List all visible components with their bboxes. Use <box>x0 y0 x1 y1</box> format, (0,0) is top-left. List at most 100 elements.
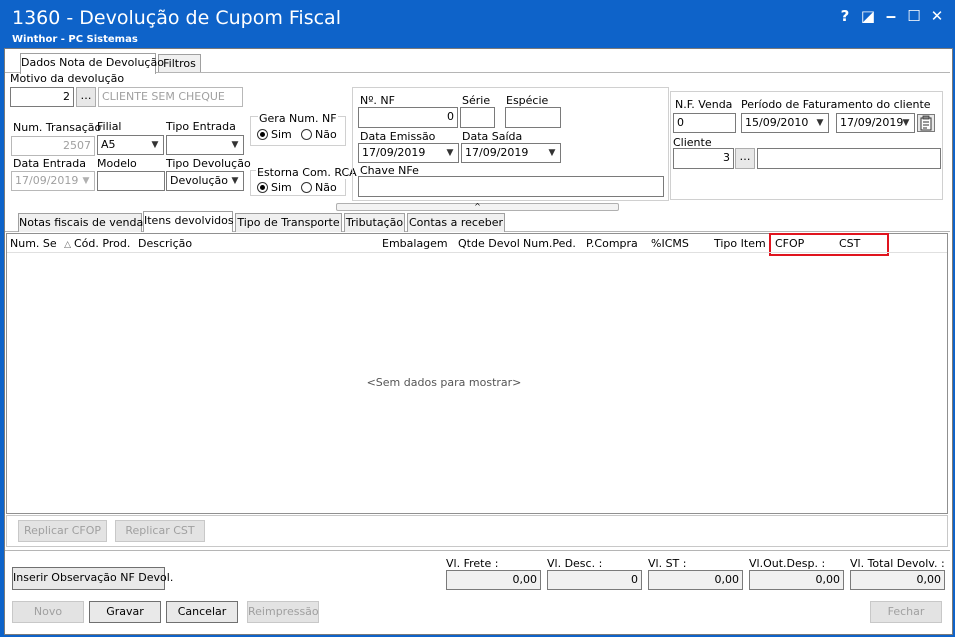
data-emissao-value: 17/09/2019 <box>362 146 426 159</box>
tab-itens-devolvidos[interactable]: Itens devolvidos <box>143 211 234 232</box>
tab-dados-nota-devolucao[interactable]: Dados Nota de Devolução <box>20 53 164 74</box>
gravar-button[interactable]: Gravar <box>89 601 161 623</box>
especie-input[interactable] <box>505 107 561 128</box>
filial-value: A5 <box>101 138 116 151</box>
window-title: 1360 - Devolução de Cupom Fiscal <box>12 7 341 29</box>
vl-st-label: Vl. ST : <box>648 557 687 570</box>
data-emissao-label: Data Emissão <box>360 130 436 143</box>
radio-unselected-icon <box>301 182 312 193</box>
column-cod-prod[interactable]: Cód. Prod. <box>74 237 130 250</box>
cancelar-button[interactable]: Cancelar <box>166 601 238 623</box>
serie-label: Série <box>462 94 491 107</box>
cliente-search-button[interactable]: … <box>735 148 755 169</box>
data-saida-value: 17/09/2019 <box>465 146 529 159</box>
column-num-ped[interactable]: Num.Ped. <box>523 237 576 250</box>
vl-total-devolv-field: 0,00 <box>850 570 945 590</box>
nf-venda-input[interactable]: 0 <box>673 113 736 133</box>
radio-selected-icon <box>257 182 268 193</box>
reimpressao-button[interactable]: Reimpressão <box>247 601 319 623</box>
nao-label: Não <box>315 128 337 141</box>
estorna-rca-sim-radio[interactable]: Sim <box>257 181 292 194</box>
maximize-icon[interactable]: ☐ <box>904 6 924 26</box>
column-icms[interactable]: %ICMS <box>651 237 689 250</box>
application-window: 1360 - Devolução de Cupom Fiscal Winthor… <box>0 0 955 637</box>
column-tipo-item[interactable]: Tipo Item <box>714 237 766 250</box>
tipo-entrada-label: Tipo Entrada <box>166 120 236 133</box>
tipo-devolucao-label: Tipo Devolução <box>166 157 251 170</box>
periodo-fim-value: 17/09/2019 <box>840 116 904 129</box>
gera-num-nf-nao-radio[interactable]: Não <box>301 128 337 141</box>
data-entrada-field: 17/09/2019 ▼ <box>11 171 95 191</box>
column-qtde-devol[interactable]: Qtde Devol <box>458 237 520 250</box>
vl-out-desp-label: Vl.Out.Desp. : <box>749 557 826 570</box>
column-embalagem[interactable]: Embalagem <box>382 237 448 250</box>
modelo-label: Modelo <box>97 157 137 170</box>
sort-ascending-icon: △ <box>64 240 72 250</box>
chevron-down-icon: ▼ <box>231 176 239 186</box>
novo-button[interactable]: Novo <box>12 601 84 623</box>
periodo-fim-picker[interactable]: 17/09/2019 ▼ <box>836 113 915 133</box>
data-saida-picker[interactable]: 17/09/2019 ▼ <box>461 143 561 163</box>
items-grid[interactable] <box>6 233 948 514</box>
tipo-devolucao-select[interactable]: Devolução ▼ <box>166 171 244 191</box>
motivo-code-input[interactable]: 2 <box>10 87 74 107</box>
chevron-down-icon: ▼ <box>902 118 910 128</box>
serie-input[interactable] <box>460 107 495 128</box>
vl-st-field: 0,00 <box>648 570 743 590</box>
data-entrada-value: 17/09/2019 <box>15 174 79 187</box>
tab-filtros[interactable]: Filtros <box>158 54 201 73</box>
periodo-faturamento-label: Período de Faturamento do cliente <box>741 98 931 111</box>
nf-number-input[interactable]: 0 <box>358 107 458 128</box>
nao-label: Não <box>315 181 337 194</box>
motivo-description-field: CLIENTE SEM CHEQUE <box>98 87 243 107</box>
tab-tributacao[interactable]: Tributação <box>344 213 405 232</box>
estorna-rca-nao-radio[interactable]: Não <box>301 181 337 194</box>
minimize-icon[interactable]: ‒ <box>881 6 901 26</box>
tipo-entrada-select[interactable]: ▼ <box>166 135 244 155</box>
periodo-inicio-picker[interactable]: 15/09/2010 ▼ <box>741 113 829 133</box>
filial-select[interactable]: A5 ▼ <box>97 135 164 155</box>
collapse-panel-splitter[interactable]: ^ <box>336 203 619 211</box>
tab-notas-fiscais-venda[interactable]: Notas fiscais de venda <box>18 213 143 232</box>
close-icon[interactable]: ✕ <box>927 6 947 26</box>
fechar-button[interactable]: Fechar <box>870 601 942 623</box>
vl-desc-label: Vl. Desc. : <box>547 557 603 570</box>
radio-selected-icon <box>257 129 268 140</box>
chevron-down-icon: ▼ <box>446 148 454 158</box>
footer-divider <box>5 550 950 551</box>
gera-num-nf-sim-radio[interactable]: Sim <box>257 128 292 141</box>
data-entrada-label: Data Entrada <box>13 157 86 170</box>
inserir-observacao-button[interactable]: Inserir Observação NF Devol. <box>12 567 173 590</box>
vl-frete-field: 0,00 <box>446 570 541 590</box>
gera-num-nf-label: Gera Num. NF <box>258 112 338 125</box>
replicar-cst-button[interactable]: Replicar CST <box>115 520 205 542</box>
especie-label: Espécie <box>506 94 549 107</box>
chevron-down-icon: ▼ <box>82 176 90 186</box>
tab-tipo-transporte[interactable]: Tipo de Transporte <box>235 213 342 232</box>
chevron-down-icon: ▼ <box>231 140 239 150</box>
calendar-clipboard-button[interactable] <box>917 114 935 132</box>
estorna-rca-label: Estorna Com. RCA <box>256 166 358 179</box>
tab-contas-receber[interactable]: Contas a receber <box>407 213 505 232</box>
column-descricao[interactable]: Descrição <box>138 237 192 250</box>
chevron-down-icon: ▼ <box>548 148 556 158</box>
num-transacao-field: 2507 <box>11 136 95 156</box>
modelo-input[interactable] <box>97 171 165 191</box>
column-num-seq[interactable]: Num. Se △ <box>10 237 71 250</box>
cliente-code-input[interactable]: 3 <box>673 148 734 169</box>
grid-empty-message: <Sem dados para mostrar> <box>366 376 522 389</box>
filial-label: Filial <box>97 120 122 133</box>
chave-nfe-input[interactable] <box>358 176 664 197</box>
data-emissao-picker[interactable]: 17/09/2019 ▼ <box>358 143 459 163</box>
chevron-down-icon: ▼ <box>816 118 824 128</box>
help-icon[interactable]: ? <box>835 6 855 26</box>
chevron-down-icon: ▼ <box>151 140 159 150</box>
restore-icon[interactable]: ◪ <box>858 6 878 26</box>
replicar-cfop-button[interactable]: Replicar CFOP <box>18 520 107 542</box>
vl-desc-field: 0 <box>547 570 642 590</box>
periodo-inicio-value: 15/09/2010 <box>745 116 809 129</box>
vl-frete-label: Vl. Frete : <box>446 557 499 570</box>
vl-out-desp-field: 0,00 <box>749 570 844 590</box>
column-p-compra[interactable]: P.Compra <box>586 237 638 250</box>
motivo-search-button[interactable]: … <box>76 87 96 107</box>
